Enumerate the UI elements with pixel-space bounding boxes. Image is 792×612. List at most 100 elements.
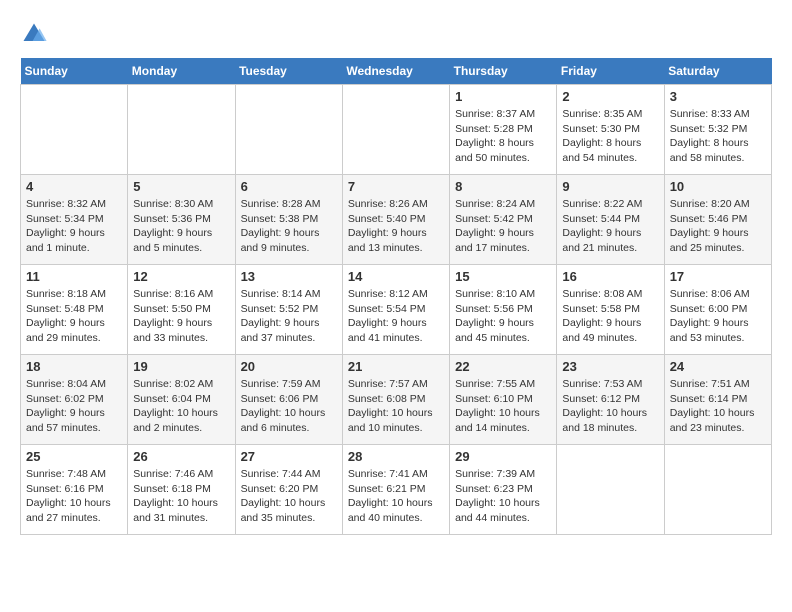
day-info: Sunrise: 7:48 AMSunset: 6:16 PMDaylight:… [26,467,122,526]
day-number: 3 [670,89,766,104]
calendar-cell: 2 Sunrise: 8:35 AMSunset: 5:30 PMDaylight… [557,85,664,175]
week-row-1: 1 Sunrise: 8:37 AMSunset: 5:28 PMDaylight… [21,85,772,175]
calendar-header: SundayMondayTuesdayWednesdayThursdayFrid… [21,58,772,85]
day-info: Sunrise: 7:39 AMSunset: 6:23 PMDaylight:… [455,467,551,526]
calendar-cell: 4 Sunrise: 8:32 AMSunset: 5:34 PMDaylight… [21,175,128,265]
calendar-cell: 3 Sunrise: 8:33 AMSunset: 5:32 PMDaylight… [664,85,771,175]
page-header [20,20,772,48]
logo-icon [20,20,48,48]
calendar-cell: 21 Sunrise: 7:57 AMSunset: 6:08 PMDayligh… [342,355,449,445]
day-info: Sunrise: 7:57 AMSunset: 6:08 PMDaylight:… [348,377,444,436]
calendar-cell: 20 Sunrise: 7:59 AMSunset: 6:06 PMDayligh… [235,355,342,445]
logo [20,20,52,48]
calendar-cell [128,85,235,175]
calendar-cell: 13 Sunrise: 8:14 AMSunset: 5:52 PMDayligh… [235,265,342,355]
day-info: Sunrise: 8:32 AMSunset: 5:34 PMDaylight:… [26,197,122,256]
day-header-monday: Monday [128,58,235,85]
day-number: 5 [133,179,229,194]
day-info: Sunrise: 8:12 AMSunset: 5:54 PMDaylight:… [348,287,444,346]
day-info: Sunrise: 8:20 AMSunset: 5:46 PMDaylight:… [670,197,766,256]
day-info: Sunrise: 8:24 AMSunset: 5:42 PMDaylight:… [455,197,551,256]
day-info: Sunrise: 8:28 AMSunset: 5:38 PMDaylight:… [241,197,337,256]
calendar-cell: 16 Sunrise: 8:08 AMSunset: 5:58 PMDayligh… [557,265,664,355]
day-info: Sunrise: 8:10 AMSunset: 5:56 PMDaylight:… [455,287,551,346]
calendar-body: 1 Sunrise: 8:37 AMSunset: 5:28 PMDaylight… [21,85,772,535]
calendar-cell: 15 Sunrise: 8:10 AMSunset: 5:56 PMDayligh… [450,265,557,355]
day-header-tuesday: Tuesday [235,58,342,85]
calendar-cell: 27 Sunrise: 7:44 AMSunset: 6:20 PMDayligh… [235,445,342,535]
day-info: Sunrise: 8:02 AMSunset: 6:04 PMDaylight:… [133,377,229,436]
day-number: 16 [562,269,658,284]
day-header-friday: Friday [557,58,664,85]
calendar-cell [557,445,664,535]
day-number: 15 [455,269,551,284]
day-number: 21 [348,359,444,374]
day-header-thursday: Thursday [450,58,557,85]
day-number: 1 [455,89,551,104]
day-header-sunday: Sunday [21,58,128,85]
day-info: Sunrise: 7:53 AMSunset: 6:12 PMDaylight:… [562,377,658,436]
day-number: 27 [241,449,337,464]
day-number: 10 [670,179,766,194]
day-number: 19 [133,359,229,374]
calendar-cell: 5 Sunrise: 8:30 AMSunset: 5:36 PMDaylight… [128,175,235,265]
calendar-cell: 8 Sunrise: 8:24 AMSunset: 5:42 PMDaylight… [450,175,557,265]
header-row: SundayMondayTuesdayWednesdayThursdayFrid… [21,58,772,85]
calendar-cell: 11 Sunrise: 8:18 AMSunset: 5:48 PMDayligh… [21,265,128,355]
day-number: 4 [26,179,122,194]
calendar-cell: 26 Sunrise: 7:46 AMSunset: 6:18 PMDayligh… [128,445,235,535]
calendar-cell: 29 Sunrise: 7:39 AMSunset: 6:23 PMDayligh… [450,445,557,535]
day-number: 28 [348,449,444,464]
day-info: Sunrise: 8:06 AMSunset: 6:00 PMDaylight:… [670,287,766,346]
day-number: 18 [26,359,122,374]
day-info: Sunrise: 7:44 AMSunset: 6:20 PMDaylight:… [241,467,337,526]
day-number: 26 [133,449,229,464]
day-number: 13 [241,269,337,284]
day-info: Sunrise: 8:30 AMSunset: 5:36 PMDaylight:… [133,197,229,256]
day-number: 9 [562,179,658,194]
calendar-cell: 19 Sunrise: 8:02 AMSunset: 6:04 PMDayligh… [128,355,235,445]
day-info: Sunrise: 8:04 AMSunset: 6:02 PMDaylight:… [26,377,122,436]
calendar-cell: 10 Sunrise: 8:20 AMSunset: 5:46 PMDayligh… [664,175,771,265]
day-number: 23 [562,359,658,374]
calendar-cell: 28 Sunrise: 7:41 AMSunset: 6:21 PMDayligh… [342,445,449,535]
day-info: Sunrise: 8:18 AMSunset: 5:48 PMDaylight:… [26,287,122,346]
day-header-wednesday: Wednesday [342,58,449,85]
calendar-table: SundayMondayTuesdayWednesdayThursdayFrid… [20,58,772,535]
calendar-cell: 7Sunrise: 8:26 AMSunset: 5:40 PMDaylight… [342,175,449,265]
day-info: Sunrise: 7:41 AMSunset: 6:21 PMDaylight:… [348,467,444,526]
day-number: 14 [348,269,444,284]
calendar-cell: 23 Sunrise: 7:53 AMSunset: 6:12 PMDayligh… [557,355,664,445]
day-info: Sunrise: 8:35 AMSunset: 5:30 PMDaylight:… [562,107,658,166]
calendar-cell [235,85,342,175]
day-info: Sunrise: 8:14 AMSunset: 5:52 PMDaylight:… [241,287,337,346]
calendar-cell: 22Sunrise: 7:55 AMSunset: 6:10 PMDayligh… [450,355,557,445]
calendar-cell: 25 Sunrise: 7:48 AMSunset: 6:16 PMDayligh… [21,445,128,535]
day-number: 20 [241,359,337,374]
calendar-cell: 6Sunrise: 8:28 AMSunset: 5:38 PMDaylight… [235,175,342,265]
day-number: 25 [26,449,122,464]
day-number: 22 [455,359,551,374]
calendar-cell: 9Sunrise: 8:22 AMSunset: 5:44 PMDaylight… [557,175,664,265]
calendar-cell: 17 Sunrise: 8:06 AMSunset: 6:00 PMDayligh… [664,265,771,355]
day-info: Sunrise: 8:33 AMSunset: 5:32 PMDaylight:… [670,107,766,166]
calendar-cell: 24Sunrise: 7:51 AMSunset: 6:14 PMDayligh… [664,355,771,445]
day-info: Sunrise: 7:59 AMSunset: 6:06 PMDaylight:… [241,377,337,436]
day-info: Sunrise: 7:46 AMSunset: 6:18 PMDaylight:… [133,467,229,526]
day-number: 29 [455,449,551,464]
calendar-cell [664,445,771,535]
week-row-4: 18 Sunrise: 8:04 AMSunset: 6:02 PMDayligh… [21,355,772,445]
day-info: Sunrise: 7:51 AMSunset: 6:14 PMDaylight:… [670,377,766,436]
day-number: 2 [562,89,658,104]
calendar-cell: 14 Sunrise: 8:12 AMSunset: 5:54 PMDayligh… [342,265,449,355]
day-number: 11 [26,269,122,284]
week-row-2: 4 Sunrise: 8:32 AMSunset: 5:34 PMDaylight… [21,175,772,265]
day-info: Sunrise: 8:37 AMSunset: 5:28 PMDaylight:… [455,107,551,166]
day-number: 8 [455,179,551,194]
day-info: Sunrise: 8:08 AMSunset: 5:58 PMDaylight:… [562,287,658,346]
day-header-saturday: Saturday [664,58,771,85]
day-number: 17 [670,269,766,284]
calendar-cell [342,85,449,175]
day-number: 12 [133,269,229,284]
week-row-5: 25 Sunrise: 7:48 AMSunset: 6:16 PMDayligh… [21,445,772,535]
